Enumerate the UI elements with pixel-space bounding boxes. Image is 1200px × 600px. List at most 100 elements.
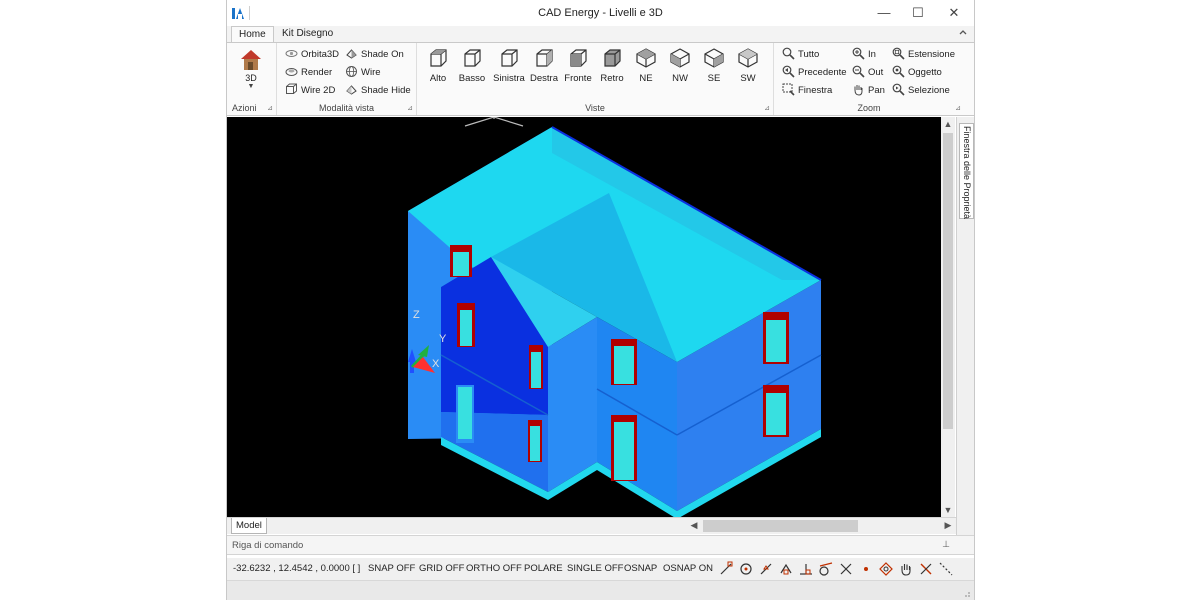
- dialog-launcher-icon[interactable]: ⊿: [267, 104, 273, 112]
- zoom-finestra-button[interactable]: Finestra: [782, 83, 832, 99]
- properties-panel-label: Finestra delle Proprietà: [962, 126, 972, 220]
- view-se-button[interactable]: SE: [697, 47, 731, 84]
- tab-kit-disegno[interactable]: Kit Disegno: [275, 26, 340, 43]
- snap-extension-icon[interactable]: [938, 561, 954, 577]
- snap-toggle[interactable]: SNAP OFF: [368, 563, 415, 574]
- horizontal-scroll-thumb[interactable]: [703, 520, 858, 532]
- axis-x-label: X: [432, 358, 440, 370]
- ribbon-collapse-icon[interactable]: [958, 27, 968, 37]
- scroll-left-icon[interactable]: ◀: [687, 520, 701, 531]
- 3d-viewport[interactable]: Z Y X: [227, 117, 941, 517]
- axis-y-label: Y: [439, 333, 447, 345]
- zoom-estensione-button[interactable]: Estensione: [892, 47, 955, 63]
- snap-quadrant-icon[interactable]: [878, 561, 894, 577]
- snap-tangent-icon[interactable]: [818, 561, 834, 577]
- ribbon-tab-bar: Home Kit Disegno: [227, 26, 974, 44]
- snap-midpoint-icon[interactable]: [758, 561, 774, 577]
- wire-2d-button[interactable]: Wire 2D: [285, 83, 335, 99]
- pan-hand-icon[interactable]: [898, 561, 914, 577]
- wire-button[interactable]: Wire: [345, 65, 381, 81]
- zoom-oggetto-button[interactable]: Oggetto: [892, 65, 942, 81]
- view-alto-button[interactable]: Alto: [421, 47, 455, 84]
- view-sinistra-button[interactable]: Sinistra: [489, 47, 529, 84]
- command-line[interactable]: Riga di comando ⊥: [227, 535, 974, 555]
- snap-center-icon[interactable]: [738, 561, 754, 577]
- window: [529, 345, 543, 389]
- dialog-launcher-icon[interactable]: ⊿: [955, 104, 961, 112]
- iso-ne-icon: [636, 48, 656, 68]
- house-3d-icon: [241, 50, 261, 70]
- vertical-scroll-thumb[interactable]: [943, 133, 953, 429]
- zoom-in-button[interactable]: In: [852, 47, 876, 63]
- zoom-selezione-button[interactable]: Selezione: [892, 83, 950, 99]
- zoom-out-button[interactable]: Out: [852, 65, 883, 81]
- zoom-estensione-label: Estensione: [908, 49, 956, 60]
- close-button[interactable]: ✕: [937, 0, 971, 26]
- shade-hide-button[interactable]: Shade Hide: [345, 83, 411, 99]
- shade-on-button[interactable]: Shade On: [345, 47, 404, 63]
- building-model: Z Y X: [408, 117, 822, 517]
- dialog-launcher-icon[interactable]: ⊿: [764, 104, 770, 112]
- zoom-object-icon: [892, 65, 905, 78]
- snap-nearest-icon[interactable]: [858, 561, 874, 577]
- zoom-precedente-button[interactable]: Precedente: [782, 65, 847, 81]
- view-retro-label: Retro: [600, 73, 624, 84]
- view-alto-label: Alto: [429, 73, 447, 84]
- vertical-scrollbar[interactable]: ▲ ▼: [941, 117, 955, 517]
- snap-intersection-icon[interactable]: [838, 561, 854, 577]
- 3d-button[interactable]: 3D ▼: [233, 47, 269, 91]
- command-line-label: Riga di comando: [232, 540, 304, 551]
- group-label-modalita-vista: Modalità vista: [318, 103, 375, 113]
- view-nw-button[interactable]: NW: [663, 47, 697, 84]
- cube-bottom-icon: [464, 49, 481, 67]
- snap-clear-icon[interactable]: [918, 561, 934, 577]
- zoom-tutto-button[interactable]: Tutto: [782, 47, 819, 63]
- single-toggle[interactable]: SINGLE OFF: [567, 563, 623, 574]
- polare-toggle[interactable]: POLARE: [524, 563, 563, 574]
- scroll-right-icon[interactable]: ▶: [941, 520, 955, 531]
- orbita3d-button[interactable]: Orbita3D: [285, 47, 339, 63]
- properties-panel-tab[interactable]: Finestra delle Proprietà: [959, 123, 974, 219]
- snap-perpendicular-icon[interactable]: [798, 561, 814, 577]
- cube-right-icon: [536, 49, 553, 67]
- group-label-zoom: Zoom: [857, 103, 881, 113]
- osnap-toggle[interactable]: OSNAP: [624, 563, 657, 574]
- view-destra-button[interactable]: Destra: [527, 47, 561, 84]
- window: [450, 245, 472, 277]
- zoom-out-icon: [852, 65, 865, 78]
- snap-endpoint-icon[interactable]: [718, 561, 734, 577]
- group-modalita-vista: Orbita3D Shade On Render Wire Wire 2D Sh…: [277, 43, 417, 115]
- cube-top-icon: [430, 49, 447, 67]
- dialog-launcher-icon[interactable]: ⊿: [407, 104, 413, 112]
- view-retro-button[interactable]: Retro: [595, 47, 629, 84]
- wire-sphere-icon: [346, 66, 357, 77]
- chevron-down-icon: ▼: [247, 83, 255, 90]
- snap-node-icon[interactable]: [778, 561, 794, 577]
- view-sw-button[interactable]: SW: [731, 47, 765, 84]
- pan-hand-icon: [854, 85, 863, 96]
- scroll-down-icon[interactable]: ▼: [941, 505, 955, 515]
- iso-nw-icon: [670, 48, 690, 68]
- view-fronte-button[interactable]: Fronte: [561, 47, 595, 84]
- app-window: CAD Energy - Livelli e 3D — ☐ ✕ Home Kit…: [226, 0, 975, 600]
- view-ne-button[interactable]: NE: [629, 47, 663, 84]
- window: [611, 415, 637, 481]
- osnap-on-toggle[interactable]: OSNAP ON: [663, 563, 713, 574]
- iso-se-icon: [704, 48, 724, 68]
- model-tab[interactable]: Model: [231, 518, 267, 534]
- grid-toggle[interactable]: GRID OFF: [419, 563, 464, 574]
- render-button[interactable]: Render: [285, 65, 332, 81]
- zoom-out-label: Out: [868, 67, 884, 78]
- window-bottom-strip: [227, 580, 974, 600]
- minimize-button[interactable]: —: [867, 0, 901, 26]
- scroll-up-icon[interactable]: ▲: [941, 119, 955, 129]
- view-basso-button[interactable]: Basso: [455, 47, 489, 84]
- pan-button[interactable]: Pan: [852, 83, 885, 99]
- ortho-toggle[interactable]: ORTHO OFF: [466, 563, 522, 574]
- resize-grip-icon[interactable]: [961, 588, 971, 598]
- maximize-button[interactable]: ☐: [901, 0, 935, 26]
- zoom-previous-icon: [782, 65, 795, 78]
- properties-side-panel: Finestra delle Proprietà: [956, 117, 974, 535]
- pin-icon[interactable]: ⊥: [942, 539, 950, 550]
- title-bar: CAD Energy - Livelli e 3D — ☐ ✕: [227, 0, 974, 26]
